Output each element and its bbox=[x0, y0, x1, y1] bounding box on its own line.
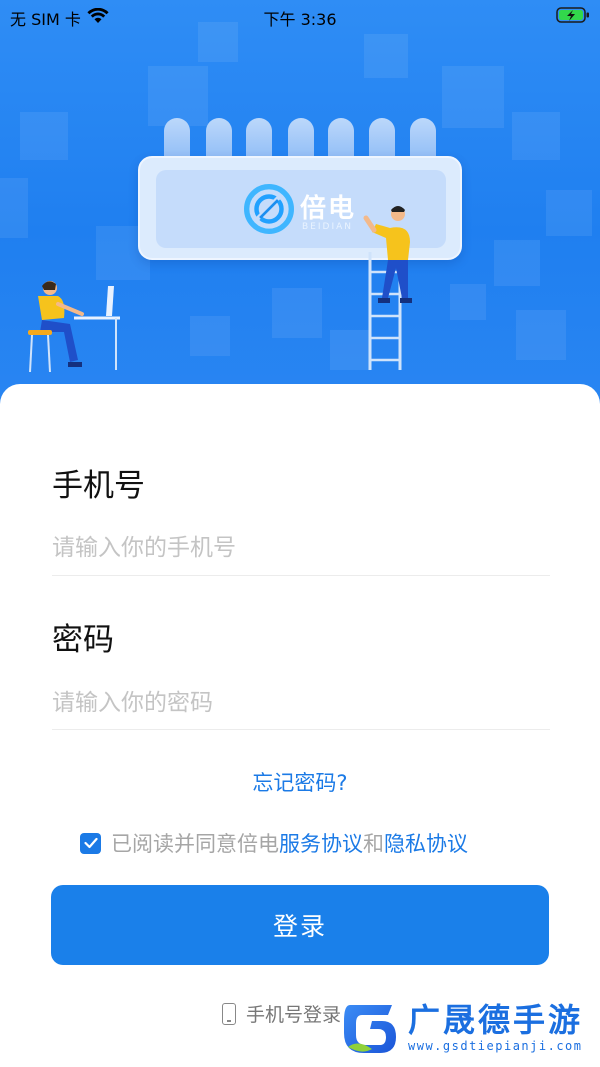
forgot-password-link[interactable]: 忘记密码? bbox=[0, 767, 600, 797]
password-divider bbox=[52, 729, 550, 730]
phone-login-option[interactable]: 手机号登录 bbox=[222, 1000, 341, 1027]
brand-sub: BEIDIAN bbox=[302, 222, 353, 232]
watermark-title: 广晟德手游 bbox=[408, 1001, 584, 1039]
login-button[interactable]: 登录 bbox=[51, 885, 549, 965]
password-input[interactable] bbox=[52, 681, 550, 725]
ladder-worker-illustration bbox=[363, 206, 412, 370]
watermark-logo-icon bbox=[344, 1005, 396, 1053]
watermark-url: www.gsdtiepianji.com bbox=[408, 1039, 583, 1053]
phone-icon bbox=[222, 1002, 236, 1025]
phone-login-label: 手机号登录 bbox=[246, 1004, 342, 1026]
beidian-logo-icon bbox=[244, 184, 294, 234]
password-label: 密码 bbox=[52, 622, 114, 658]
phone-label: 手机号 bbox=[52, 468, 145, 504]
service-agreement-link[interactable]: 服务协议 bbox=[279, 828, 363, 858]
watermark: 广晟德手游 www.gsdtiepianji.com bbox=[338, 993, 600, 1063]
phone-input[interactable] bbox=[52, 526, 550, 570]
agreement-and: 和 bbox=[363, 832, 384, 856]
brand-name: 倍电 bbox=[300, 194, 357, 224]
phone-divider bbox=[52, 575, 550, 576]
agreement-row: 已阅读并同意倍电 服务协议 和 隐私协议 bbox=[80, 828, 468, 858]
login-card: 手机号 密码 忘记密码? 已阅读并同意倍电 服务协议 和 隐私协议 登录 手机号… bbox=[0, 384, 600, 1067]
agreement-prefix: 已阅读并同意倍电 bbox=[111, 832, 279, 856]
battery-charging-icon bbox=[556, 6, 590, 28]
header-banner: 无 SIM 卡 下午 3:36 倍电 BEIDIAN bbox=[0, 0, 600, 420]
status-bar: 无 SIM 卡 下午 3:36 bbox=[0, 0, 600, 32]
desk-worker-illustration bbox=[28, 281, 120, 373]
privacy-agreement-link[interactable]: 隐私协议 bbox=[384, 828, 468, 858]
checkmark-icon bbox=[83, 837, 98, 849]
status-time: 下午 3:36 bbox=[263, 10, 337, 29]
agreement-checkbox[interactable] bbox=[80, 832, 101, 854]
